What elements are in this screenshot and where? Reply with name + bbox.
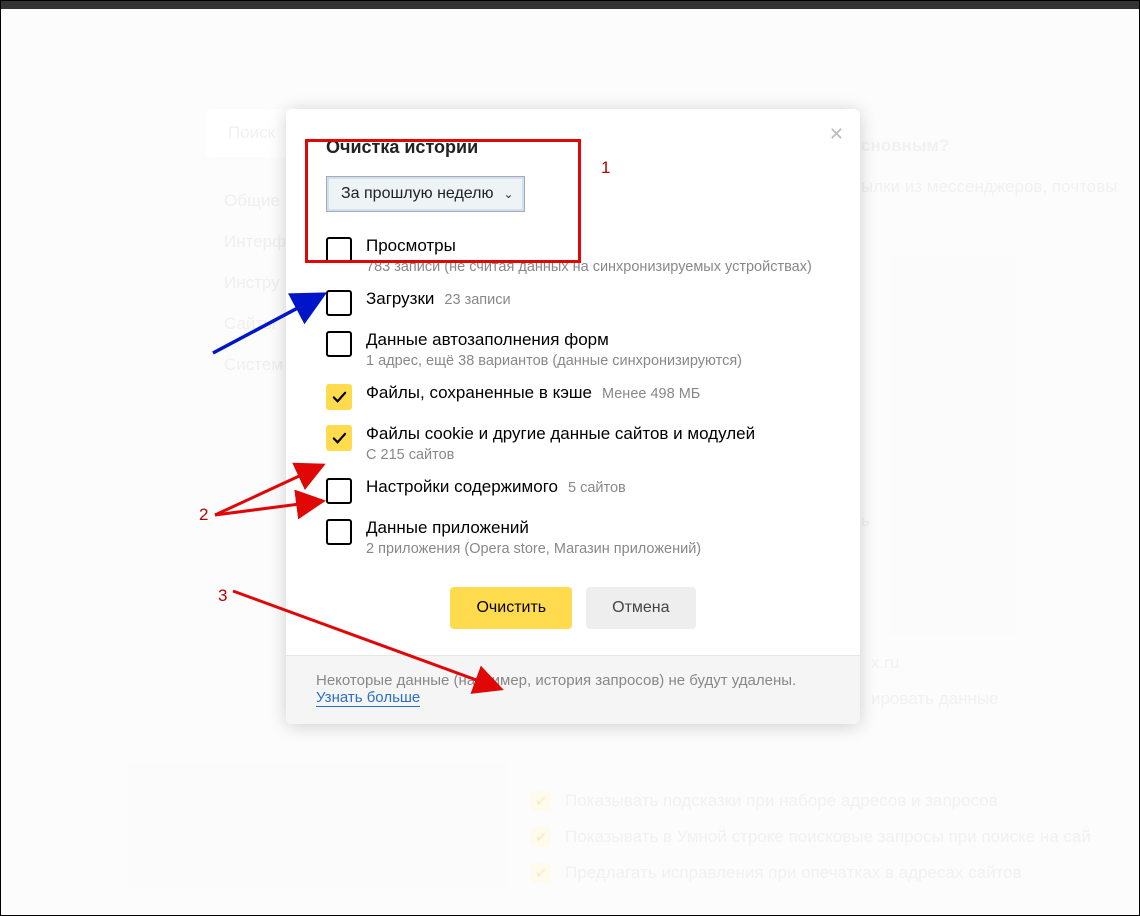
option-checkbox[interactable] bbox=[326, 331, 352, 357]
option-sub: 1 адрес, ещё 38 вариантов (данные синхро… bbox=[366, 353, 742, 369]
option-inline-sub: 5 сайтов bbox=[568, 480, 626, 496]
option-checkbox[interactable] bbox=[326, 519, 352, 545]
option-sub: 2 приложения (Opera store, Магазин прило… bbox=[366, 541, 701, 557]
window-titlebar bbox=[1, 1, 1139, 9]
annotation-label-1: 1 bbox=[601, 158, 610, 178]
cancel-button[interactable]: Отмена bbox=[586, 587, 695, 629]
option-label: Файлы, сохраненные в кэше bbox=[366, 383, 592, 403]
option-checkbox[interactable] bbox=[326, 425, 352, 451]
clear-history-dialog: ✕ Очистка истории За прошлую неделю ⌄ Пр… bbox=[286, 109, 860, 724]
option-inline-sub: 23 записи bbox=[444, 292, 510, 308]
option-label: Файлы cookie и другие данные сайтов и мо… bbox=[366, 424, 755, 444]
close-icon[interactable]: ✕ bbox=[829, 125, 844, 143]
option-checkbox[interactable] bbox=[326, 384, 352, 410]
annotation-label-3: 3 bbox=[218, 586, 227, 606]
clear-button[interactable]: Очистить bbox=[450, 587, 572, 629]
option-sub: 783 записи (не считая данных на синхрони… bbox=[366, 259, 812, 275]
option-label: Загрузки bbox=[366, 289, 434, 309]
option-label: Данные автозаполнения форм bbox=[366, 330, 609, 350]
time-range-select[interactable]: За прошлую неделю ⌄ bbox=[326, 176, 525, 212]
option-checkbox[interactable] bbox=[326, 290, 352, 316]
option-sub: С 215 сайтов bbox=[366, 447, 755, 463]
option-checkbox[interactable] bbox=[326, 237, 352, 263]
option-label: Настройки содержимого bbox=[366, 477, 558, 497]
dialog-title: Очистка истории bbox=[326, 137, 820, 158]
option-checkbox[interactable] bbox=[326, 478, 352, 504]
footer-note: Некоторые данные (например, история запр… bbox=[316, 672, 796, 689]
annotation-label-2: 2 bbox=[199, 505, 208, 525]
option-inline-sub: Менее 498 МБ bbox=[602, 386, 700, 402]
chevron-down-icon: ⌄ bbox=[503, 187, 513, 201]
option-label: Просмотры bbox=[366, 236, 456, 256]
time-range-value: За прошлую неделю bbox=[341, 185, 494, 202]
option-label: Данные приложений bbox=[366, 518, 529, 538]
learn-more-link[interactable]: Узнать больше bbox=[316, 689, 420, 707]
